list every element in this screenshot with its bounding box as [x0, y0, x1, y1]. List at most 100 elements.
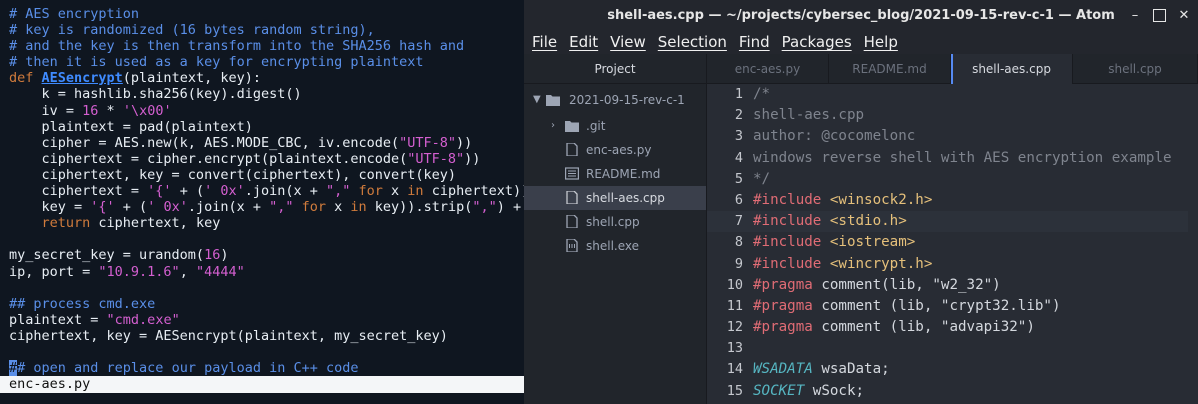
tree-item-shell-cpp[interactable]: shell.cpp: [524, 210, 706, 234]
code-token: ",": [472, 199, 497, 216]
line-number: 10: [726, 276, 743, 293]
tree-item-shell-aes[interactable]: shell-aes.cpp: [524, 186, 706, 210]
editor-scrollbar[interactable]: [1188, 84, 1198, 404]
tab-bar: enc-aes.py README.md shell-aes.cpp shell…: [707, 54, 1198, 85]
code-token: ' 0x': [204, 183, 245, 200]
terminal-pane[interactable]: # AES encryption # key is randomized (16 …: [0, 0, 524, 404]
code-line: ciphertext, key = convert(ciphertext), c…: [9, 167, 524, 183]
menu-edit[interactable]: Edit: [569, 32, 598, 54]
menu-find[interactable]: Find: [739, 32, 770, 54]
cpp-code-view[interactable]: /* shell-aes.cpp author: @cocomelonc window…: [751, 84, 1198, 404]
code-token: for: [293, 199, 335, 216]
code-token: key)).strip(: [366, 199, 473, 216]
code-token: + (: [171, 183, 205, 200]
code-token: '\x00': [122, 102, 172, 119]
line-number: 8: [734, 234, 743, 251]
tree-item-label: shell.exe: [586, 239, 640, 253]
code-line: ip, port = "10.9.1.6", "4444": [9, 264, 524, 280]
code-token: ciphertext = cipher.encrypt(plaintext.en…: [9, 150, 408, 167]
project-tree-header[interactable]: Project: [524, 54, 706, 84]
code-token: ## process cmd.exe: [9, 295, 156, 312]
tree-item-git[interactable]: › .git: [524, 114, 706, 138]
code-token: # key is randomized (16 bytes random str…: [9, 22, 375, 39]
code-line: /*: [751, 84, 1198, 105]
code-token: WSADATA: [753, 361, 813, 378]
tree-root-folder[interactable]: ▼ 2021-09-15-rev-c-1: [524, 88, 706, 112]
minimize-icon[interactable]: –: [1127, 8, 1143, 24]
code-editor[interactable]: 1 2 3 4 5 6 7 8 9 10 11 12 13 14 15 /* shell-aes.cpp aut…: [707, 84, 1198, 404]
code-token: ciphertext)): [423, 183, 524, 200]
line-number: 5: [734, 170, 743, 187]
code-token: "4444": [195, 263, 245, 280]
code-token: #include: [753, 255, 830, 272]
line-number: 2: [734, 107, 743, 124]
line-number: 14: [726, 361, 743, 378]
code-token: ciphertext, key: [98, 215, 221, 232]
code-token: + (: [114, 199, 148, 216]
atom-window: shell-aes.cpp — ~/projects/cybersec_blog…: [524, 0, 1198, 404]
chevron-down-icon: ▼: [533, 94, 541, 105]
tab-readme[interactable]: README.md: [829, 54, 951, 84]
code-token: "UTF-8": [399, 134, 457, 151]
code-token: comment (lib, "advapi32"): [821, 319, 1035, 336]
code-token: .join(x +: [187, 199, 270, 216]
tab-shell-aes[interactable]: shell-aes.cpp: [951, 54, 1073, 85]
chevron-right-icon: ›: [551, 120, 555, 131]
python-code-view[interactable]: # AES encryption # key is randomized (16 …: [9, 6, 525, 377]
code-line: #include <winsock2.h>: [751, 190, 1198, 211]
window-controls: – ✕: [1127, 8, 1192, 24]
line-number: 6: [734, 191, 743, 208]
code-line: cipher = AES.new(k, AES.MODE_CBC, iv.enc…: [9, 135, 524, 151]
code-token: <iostream>: [829, 234, 916, 251]
code-token: ip, port =: [9, 263, 99, 280]
folder-icon: [565, 121, 579, 132]
code-line: k = hashlib.sha256(key).digest(): [9, 86, 524, 102]
code-token: my_secret_key = urandom(: [9, 247, 205, 264]
menu-view[interactable]: View: [610, 32, 646, 54]
menu-help[interactable]: Help: [864, 32, 898, 54]
menu-packages[interactable]: Packages: [782, 32, 852, 54]
code-token: # then it is used as a key for encryptin…: [9, 54, 424, 71]
code-token: *: [98, 102, 123, 119]
menu-file[interactable]: File: [532, 32, 557, 54]
code-token: )): [464, 150, 481, 167]
line-number: 3: [734, 128, 743, 145]
tree-item-enc-aes[interactable]: enc-aes.py: [524, 138, 706, 162]
code-token: "UTF-8": [407, 150, 465, 167]
line-number-gutter: 1 2 3 4 5 6 7 8 9 10 11 12 13 14 15: [707, 84, 751, 404]
code-token: "cmd.exe": [106, 311, 180, 328]
code-token: .join(x +: [244, 183, 326, 200]
code-token: ",": [269, 199, 294, 216]
code-token: #include: [753, 234, 830, 251]
code-token: 16: [204, 247, 221, 264]
tree-item-label: .git: [586, 119, 606, 133]
code-line: # and the key is then transform into the…: [9, 38, 524, 54]
code-token: #pragma: [753, 297, 822, 314]
line-number: 13: [726, 340, 743, 357]
code-token: ) +: [496, 199, 522, 216]
code-line: #pragma comment (lib, "advapi32"): [751, 317, 1198, 338]
code-line: ciphertext = '{' + (' 0x'.join(x + "," f…: [9, 183, 525, 200]
code-token: def: [9, 70, 42, 87]
tree-item-readme[interactable]: README.md: [524, 162, 706, 186]
code-line: #pragma comment(lib, "w2_32"): [751, 275, 1198, 296]
maximize-icon[interactable]: [1153, 9, 1166, 22]
code-token: <winsock2.h>: [829, 191, 933, 208]
code-token: # AES encryption: [9, 6, 140, 22]
file-icon: [566, 191, 578, 204]
code-line: plaintext = pad(plaintext): [9, 119, 524, 135]
code-line: return ciphertext, key: [9, 215, 524, 231]
code-line: windows reverse shell with AES encryptio…: [751, 148, 1198, 169]
tree-item-shell-exe[interactable]: shell.exe: [524, 234, 706, 258]
code-line: #include <stdio.h>: [751, 211, 1198, 233]
code-line: my_secret_key = urandom(16): [9, 247, 524, 263]
line-number: 1: [734, 86, 743, 102]
line-number: 7: [707, 211, 751, 233]
tree-item-label: README.md: [586, 167, 661, 181]
close-icon[interactable]: ✕: [1176, 8, 1192, 24]
tab-shell-cpp[interactable]: shell.cpp: [1073, 54, 1198, 84]
code-token: comment (lib, "crypt32.lib"): [821, 297, 1061, 314]
code-token: <stdio.h>: [829, 213, 907, 230]
menu-selection[interactable]: Selection: [658, 32, 727, 54]
tab-enc-aes[interactable]: enc-aes.py: [707, 54, 829, 84]
